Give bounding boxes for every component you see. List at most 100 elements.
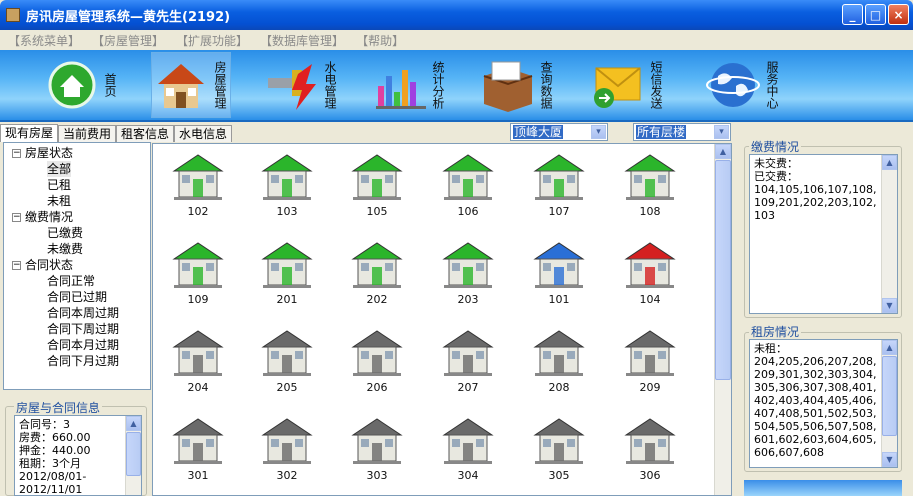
tree-unrented[interactable]: 未租: [47, 193, 71, 209]
toolbar-utility[interactable]: 水电管理: [262, 52, 337, 118]
collapse-icon[interactable]: −: [12, 213, 21, 222]
tab-tenant-info[interactable]: 租客信息: [116, 125, 175, 142]
house-tile[interactable]: 102: [168, 149, 228, 227]
contract-deposit: 押金：440.00: [19, 444, 91, 457]
house-icon: [624, 418, 676, 464]
toolbar-service-label: 服务中心: [765, 61, 779, 109]
query-icon: [483, 61, 533, 112]
scroll-thumb[interactable]: [882, 356, 897, 436]
house-tile[interactable]: 306: [620, 413, 680, 491]
toolbar-query[interactable]: 查询数据: [478, 52, 553, 118]
house-tile[interactable]: 304: [438, 413, 498, 491]
tree-paid[interactable]: 已缴费: [47, 225, 83, 241]
scroll-up-icon[interactable]: ▲: [126, 416, 141, 431]
house-tile[interactable]: 208: [529, 325, 589, 403]
toolbar-home[interactable]: 首页: [44, 52, 117, 118]
scroll-thumb[interactable]: [126, 432, 141, 476]
tree-all[interactable]: 全部: [47, 161, 72, 177]
floor-select[interactable]: 所有层楼 ▾: [633, 123, 731, 141]
house-tile[interactable]: 205: [257, 325, 317, 403]
tab-utility-info[interactable]: 水电信息: [174, 125, 233, 142]
tree-payment[interactable]: − 缴费情况: [12, 209, 73, 225]
house-number: 303: [366, 469, 388, 482]
collapse-icon[interactable]: −: [12, 149, 21, 158]
house-tile[interactable]: 303: [347, 413, 407, 491]
menu-help[interactable]: 【帮助】: [356, 32, 404, 49]
house-tile[interactable]: 305: [529, 413, 589, 491]
collapse-icon[interactable]: −: [12, 261, 21, 270]
house-tile[interactable]: 105: [347, 149, 407, 227]
minimize-button[interactable]: _: [842, 4, 863, 25]
scroll-thumb[interactable]: [715, 160, 731, 380]
toolbar-home-label: 首页: [103, 73, 117, 97]
tree-contract-expired[interactable]: 合同已过期: [47, 289, 107, 305]
unrented-label: 未租：: [754, 342, 787, 355]
menu-house[interactable]: 【房屋管理】: [92, 32, 164, 49]
house-tile[interactable]: 103: [257, 149, 317, 227]
menu-system[interactable]: 【系统菜单】: [8, 32, 80, 49]
house-icon: [261, 242, 313, 288]
house-tile[interactable]: 104: [620, 237, 680, 315]
tree-unpaid[interactable]: 未缴费: [47, 241, 83, 257]
grid-scrollbar[interactable]: ▲: [714, 144, 731, 495]
house-number: 301: [187, 469, 209, 482]
house-icon: [533, 418, 585, 464]
tab-current-houses[interactable]: 现有房屋: [0, 124, 59, 142]
tree-contract-this-week[interactable]: 合同本周过期: [47, 305, 119, 321]
tree-house-status[interactable]: − 房屋状态: [12, 145, 73, 161]
house-number: 302: [276, 469, 298, 482]
tree-contract[interactable]: − 合同状态: [12, 257, 73, 273]
toolbar-house[interactable]: 房屋管理: [151, 52, 231, 118]
tree-contract-normal[interactable]: 合同正常: [47, 273, 95, 289]
tree-contract-this-month[interactable]: 合同本月过期: [47, 337, 119, 353]
menu-extend[interactable]: 【扩展功能】: [176, 32, 248, 49]
tab-current-fees[interactable]: 当前费用: [58, 125, 117, 142]
scroll-up-icon[interactable]: ▲: [882, 155, 897, 170]
house-tile[interactable]: 203: [438, 237, 498, 315]
rental-scrollbar[interactable]: ▲ ▼: [881, 340, 897, 467]
toolbar-utility-label: 水电管理: [323, 61, 337, 109]
paid-room-list: 104,105,106,107,108,109,201,202,203,102,…: [754, 183, 877, 222]
scroll-down-icon[interactable]: ▼: [882, 298, 897, 313]
house-icon: [442, 242, 494, 288]
chevron-down-icon[interactable]: ▾: [591, 125, 606, 139]
house-tile[interactable]: 209: [620, 325, 680, 403]
tree-rented[interactable]: 已租: [47, 177, 71, 193]
house-tile[interactable]: 106: [438, 149, 498, 227]
menu-database[interactable]: 【数据库管理】: [260, 32, 344, 49]
scroll-up-icon[interactable]: ▲: [882, 340, 897, 355]
house-tile[interactable]: 201: [257, 237, 317, 315]
house-tile[interactable]: 204: [168, 325, 228, 403]
house-tile[interactable]: 108: [620, 149, 680, 227]
toolbar-stats[interactable]: 统计分析: [370, 52, 445, 118]
building-select[interactable]: 顶峰大厦 ▾: [510, 123, 608, 141]
house-tile[interactable]: 206: [347, 325, 407, 403]
contract-term: 租期：3个月: [19, 457, 81, 470]
close-button[interactable]: ×: [888, 4, 909, 25]
house-number: 201: [276, 293, 298, 306]
app-icon: [6, 8, 20, 22]
contract-scrollbar[interactable]: ▲: [125, 416, 141, 495]
house-tile[interactable]: 202: [347, 237, 407, 315]
house-icon: [158, 64, 204, 108]
toolbar-service[interactable]: 服务中心: [704, 52, 779, 118]
tree-contract-next-month[interactable]: 合同下月过期: [47, 353, 119, 369]
house-icon: [261, 418, 313, 464]
toolbar-sms[interactable]: 短信发送: [588, 52, 663, 118]
house-tile[interactable]: 301: [168, 413, 228, 491]
house-tile[interactable]: 109: [168, 237, 228, 315]
house-number: 105: [366, 205, 388, 218]
house-tile[interactable]: 207: [438, 325, 498, 403]
tree-contract-next-week[interactable]: 合同下周过期: [47, 321, 119, 337]
contract-start: 2012/08/01-: [19, 470, 87, 483]
rental-status-title: 租房情况: [749, 323, 802, 340]
scroll-down-icon[interactable]: ▼: [882, 452, 897, 467]
toolbar-query-label: 查询数据: [539, 61, 553, 109]
chevron-down-icon[interactable]: ▾: [714, 125, 729, 139]
maximize-button[interactable]: □: [865, 4, 886, 25]
house-tile[interactable]: 107: [529, 149, 589, 227]
payment-scrollbar[interactable]: ▲ ▼: [881, 155, 897, 313]
house-tile[interactable]: 302: [257, 413, 317, 491]
house-tile[interactable]: 101: [529, 237, 589, 315]
scroll-up-icon[interactable]: ▲: [715, 144, 731, 159]
